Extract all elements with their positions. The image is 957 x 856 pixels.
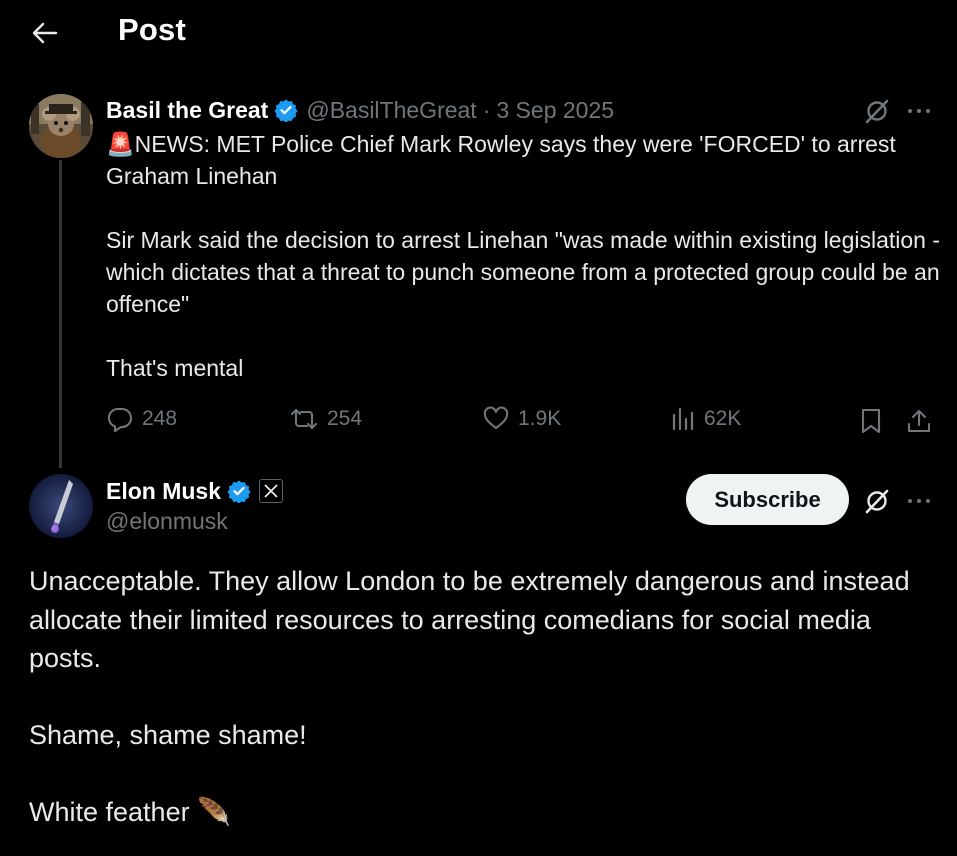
separator-dot: · (482, 96, 491, 123)
quoted-post-header: Basil the Great @BasilTheGreat · 3 Sep 2… (106, 95, 614, 125)
avatar-elon[interactable] (29, 474, 93, 538)
avatar-basil[interactable] (29, 94, 93, 158)
verified-badge-icon[interactable] (227, 479, 251, 503)
bookmark-icon[interactable] (856, 406, 886, 436)
repost-icon (289, 405, 319, 433)
thread-connector-line (59, 160, 62, 468)
page-title: Post (118, 12, 186, 47)
share-icon[interactable] (904, 406, 934, 436)
like-icon (482, 405, 510, 433)
more-icon[interactable] (904, 98, 934, 124)
like-count: 1.9K (518, 407, 562, 430)
repost-count: 254 (327, 407, 363, 430)
views-count: 62K (704, 407, 742, 430)
author-handle[interactable]: @BasilTheGreat (306, 97, 476, 124)
back-arrow-icon[interactable] (28, 16, 62, 50)
author-name[interactable]: Elon Musk (106, 478, 221, 505)
author-handle[interactable]: @elonmusk (106, 508, 228, 535)
grok-icon[interactable] (862, 486, 892, 516)
verified-badge-icon[interactable] (274, 98, 298, 122)
more-icon[interactable] (904, 488, 934, 514)
main-post-header: Elon Musk (106, 476, 284, 506)
like-button[interactable]: 1.9K (482, 405, 561, 433)
author-name[interactable]: Basil the Great (106, 97, 268, 124)
reply-button[interactable]: 248 (106, 405, 177, 433)
reply-count: 248 (142, 407, 178, 430)
reply-icon (106, 405, 134, 433)
post-date[interactable]: 3 Sep 2025 (496, 97, 614, 124)
x-affiliate-icon[interactable] (259, 479, 284, 503)
grok-icon[interactable] (862, 96, 892, 126)
main-post-text: Unacceptable. They allow London to be ex… (29, 566, 910, 827)
subscribe-button[interactable]: Subscribe (686, 474, 849, 525)
views-icon (670, 405, 696, 433)
views-button[interactable]: 62K (670, 405, 741, 433)
quoted-post-text: 🚨NEWS: MET Police Chief Mark Rowley says… (106, 131, 941, 381)
header-bar: Post (0, 0, 957, 64)
repost-button[interactable]: 254 (289, 405, 362, 433)
